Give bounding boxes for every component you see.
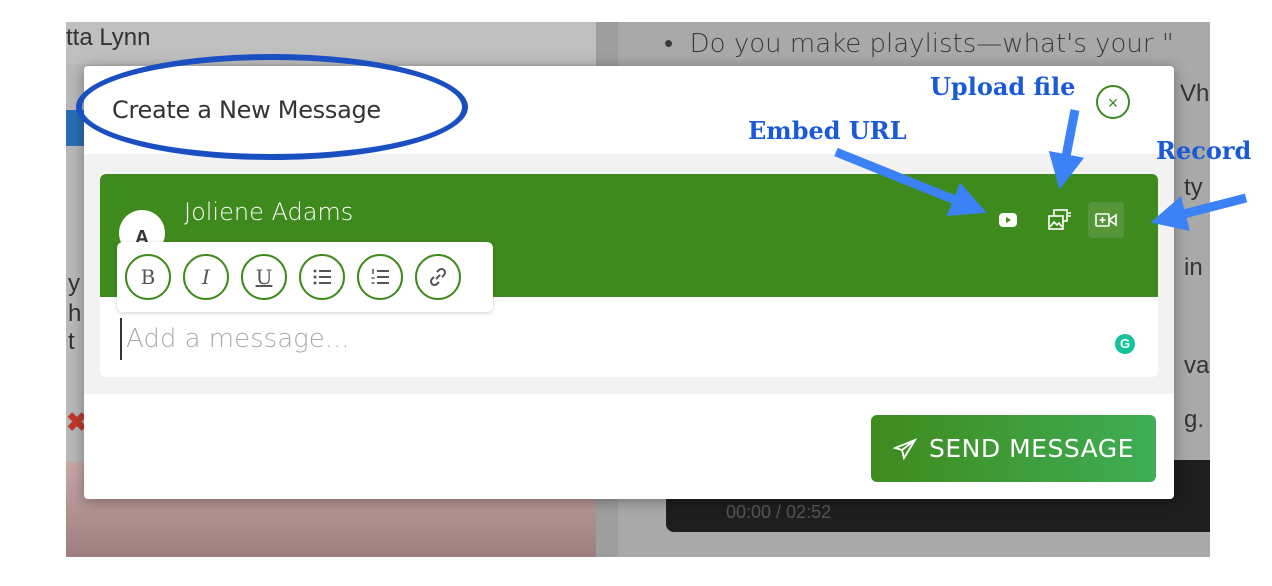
background-name-strip: tta Lynn: [66, 22, 596, 64]
upload-file-button[interactable]: [1042, 202, 1078, 238]
numbered-list-button[interactable]: [357, 254, 403, 300]
author-name: Joliene Adams: [184, 198, 354, 226]
background-fragment: y: [68, 270, 80, 297]
send-message-button[interactable]: SEND MESSAGE: [871, 415, 1156, 482]
grammarly-icon[interactable]: G: [1115, 334, 1135, 354]
link-button[interactable]: [415, 254, 461, 300]
image-upload-icon: [1048, 209, 1071, 230]
modal-body: A Joliene Adams B I U Add a message... G: [84, 154, 1174, 394]
annotation-embed-url: Embed URL: [748, 116, 907, 145]
close-button[interactable]: ×: [1096, 85, 1130, 119]
embed-url-button[interactable]: [990, 202, 1026, 238]
background-fragment: Vh: [1180, 80, 1210, 107]
youtube-icon: [999, 213, 1017, 227]
background-fragment: va: [1184, 352, 1210, 379]
italic-button[interactable]: I: [183, 254, 229, 300]
background-fragment: in: [1184, 254, 1203, 281]
background-fragment: t: [68, 328, 75, 355]
message-input[interactable]: [120, 318, 1088, 360]
background-name-text: tta Lynn: [66, 24, 151, 51]
bulleted-list-button[interactable]: [299, 254, 345, 300]
annotation-record: Record: [1156, 136, 1252, 165]
new-message-modal: Create a New Message × A Joliene Adams B…: [84, 66, 1174, 499]
record-button[interactable]: [1088, 202, 1124, 238]
background-fragment: g.: [1184, 406, 1205, 433]
link-icon: [429, 267, 447, 287]
modal-footer: SEND MESSAGE: [84, 394, 1174, 499]
background-bullet-text: Do you make playlists—what's your ": [689, 29, 1174, 59]
player-time: 00:00 / 02:52: [726, 502, 832, 522]
bold-button[interactable]: B: [125, 254, 171, 300]
annotation-upload-file: Upload file: [930, 72, 1076, 101]
bulleted-list-icon: [313, 269, 331, 285]
background-fragment: ty: [1184, 174, 1203, 201]
send-message-label: SEND MESSAGE: [929, 434, 1134, 463]
background-bullet-item: • Do you make playlists—what's your ": [664, 29, 1174, 59]
numbered-list-icon: [371, 269, 389, 284]
format-toolbar: B I U: [117, 242, 493, 312]
background-fragment: h: [68, 300, 82, 327]
video-record-icon: [1095, 213, 1117, 227]
modal-title: Create a New Message: [112, 96, 381, 124]
paper-plane-icon: [893, 437, 918, 460]
underline-button[interactable]: U: [241, 254, 287, 300]
message-composer: A Joliene Adams B I U Add a message... G: [100, 174, 1158, 377]
